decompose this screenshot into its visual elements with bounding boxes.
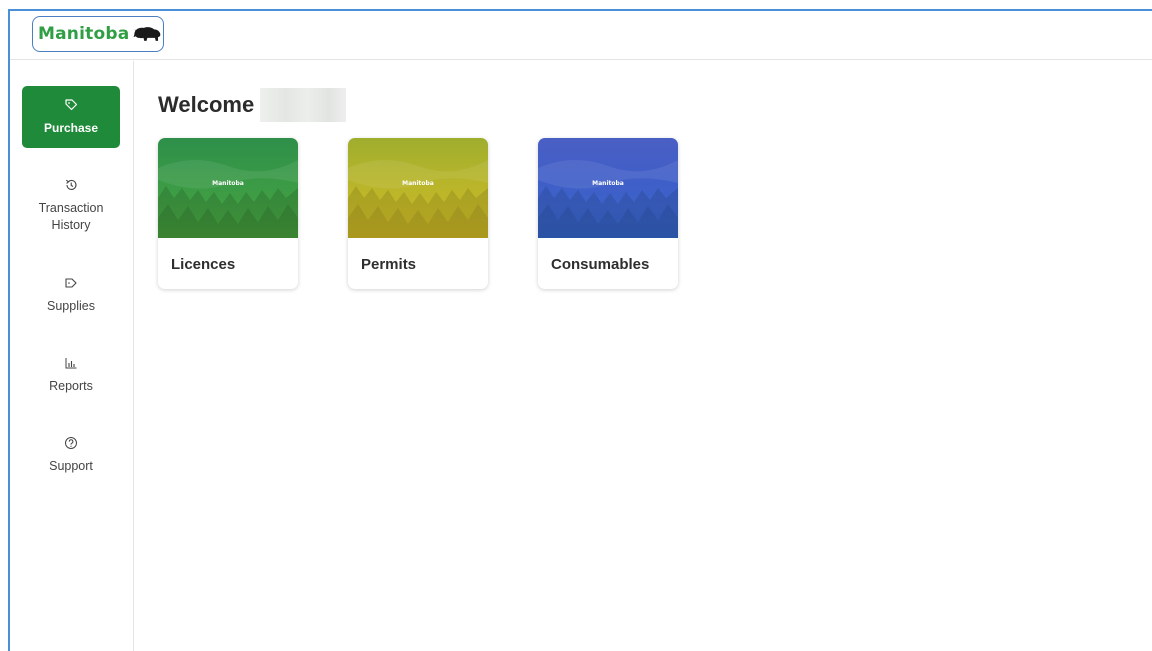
page-title: Welcome (158, 92, 255, 117)
forest-illustration (348, 159, 488, 238)
main-content: Welcome Manitoba Licences Manitoba Permi… (135, 61, 1152, 651)
manitoba-logo[interactable]: Manitoba (32, 16, 164, 52)
sidebar-nav: Purchase Transaction History Supplies Re… (10, 61, 134, 651)
sidebar-item-label: Supplies (47, 299, 95, 313)
sidebar-item-purchase[interactable]: Purchase (22, 86, 120, 148)
card-licences[interactable]: Manitoba Licences (158, 138, 298, 289)
tag-icon (65, 278, 77, 288)
card-brand-mark: Manitoba (592, 180, 624, 187)
redacted-username (260, 88, 347, 122)
card-title: Permits (361, 256, 417, 273)
sidebar-item-label: Purchase (43, 120, 99, 135)
forest-illustration (538, 159, 678, 238)
history-icon (65, 179, 77, 191)
bar-chart-icon (65, 358, 77, 369)
card-consumables[interactable]: Manitoba Consumables (538, 138, 678, 289)
card-title: Consumables (551, 256, 650, 273)
sidebar-item-supplies[interactable]: Supplies (22, 276, 120, 315)
tag-icon (65, 98, 78, 110)
card-brand-mark: Manitoba (402, 180, 434, 187)
card-image: Manitoba (538, 138, 678, 238)
card-permits[interactable]: Manitoba Permits (348, 138, 488, 289)
card-brand-mark: Manitoba (212, 180, 244, 187)
sidebar-item-transaction-history[interactable]: Transaction History (22, 178, 120, 234)
bison-icon (133, 27, 161, 41)
card-image: Manitoba (348, 138, 488, 238)
app-window: Manitoba Purchase Transaction History Su… (8, 9, 1152, 651)
logo-wordmark: Manitoba (38, 24, 130, 44)
sidebar-item-label: Transaction History (38, 201, 104, 232)
welcome-heading: Welcome (158, 88, 347, 122)
card-title: Licences (171, 256, 236, 273)
help-circle-icon (65, 437, 77, 449)
sidebar-item-support[interactable]: Support (22, 436, 120, 475)
card-image: Manitoba (158, 138, 298, 238)
sidebar-item-label: Reports (49, 379, 93, 393)
forest-illustration (158, 159, 298, 238)
top-header: Manitoba (10, 11, 1152, 60)
sidebar-item-reports[interactable]: Reports (22, 356, 120, 395)
sidebar-item-label: Support (49, 459, 93, 473)
